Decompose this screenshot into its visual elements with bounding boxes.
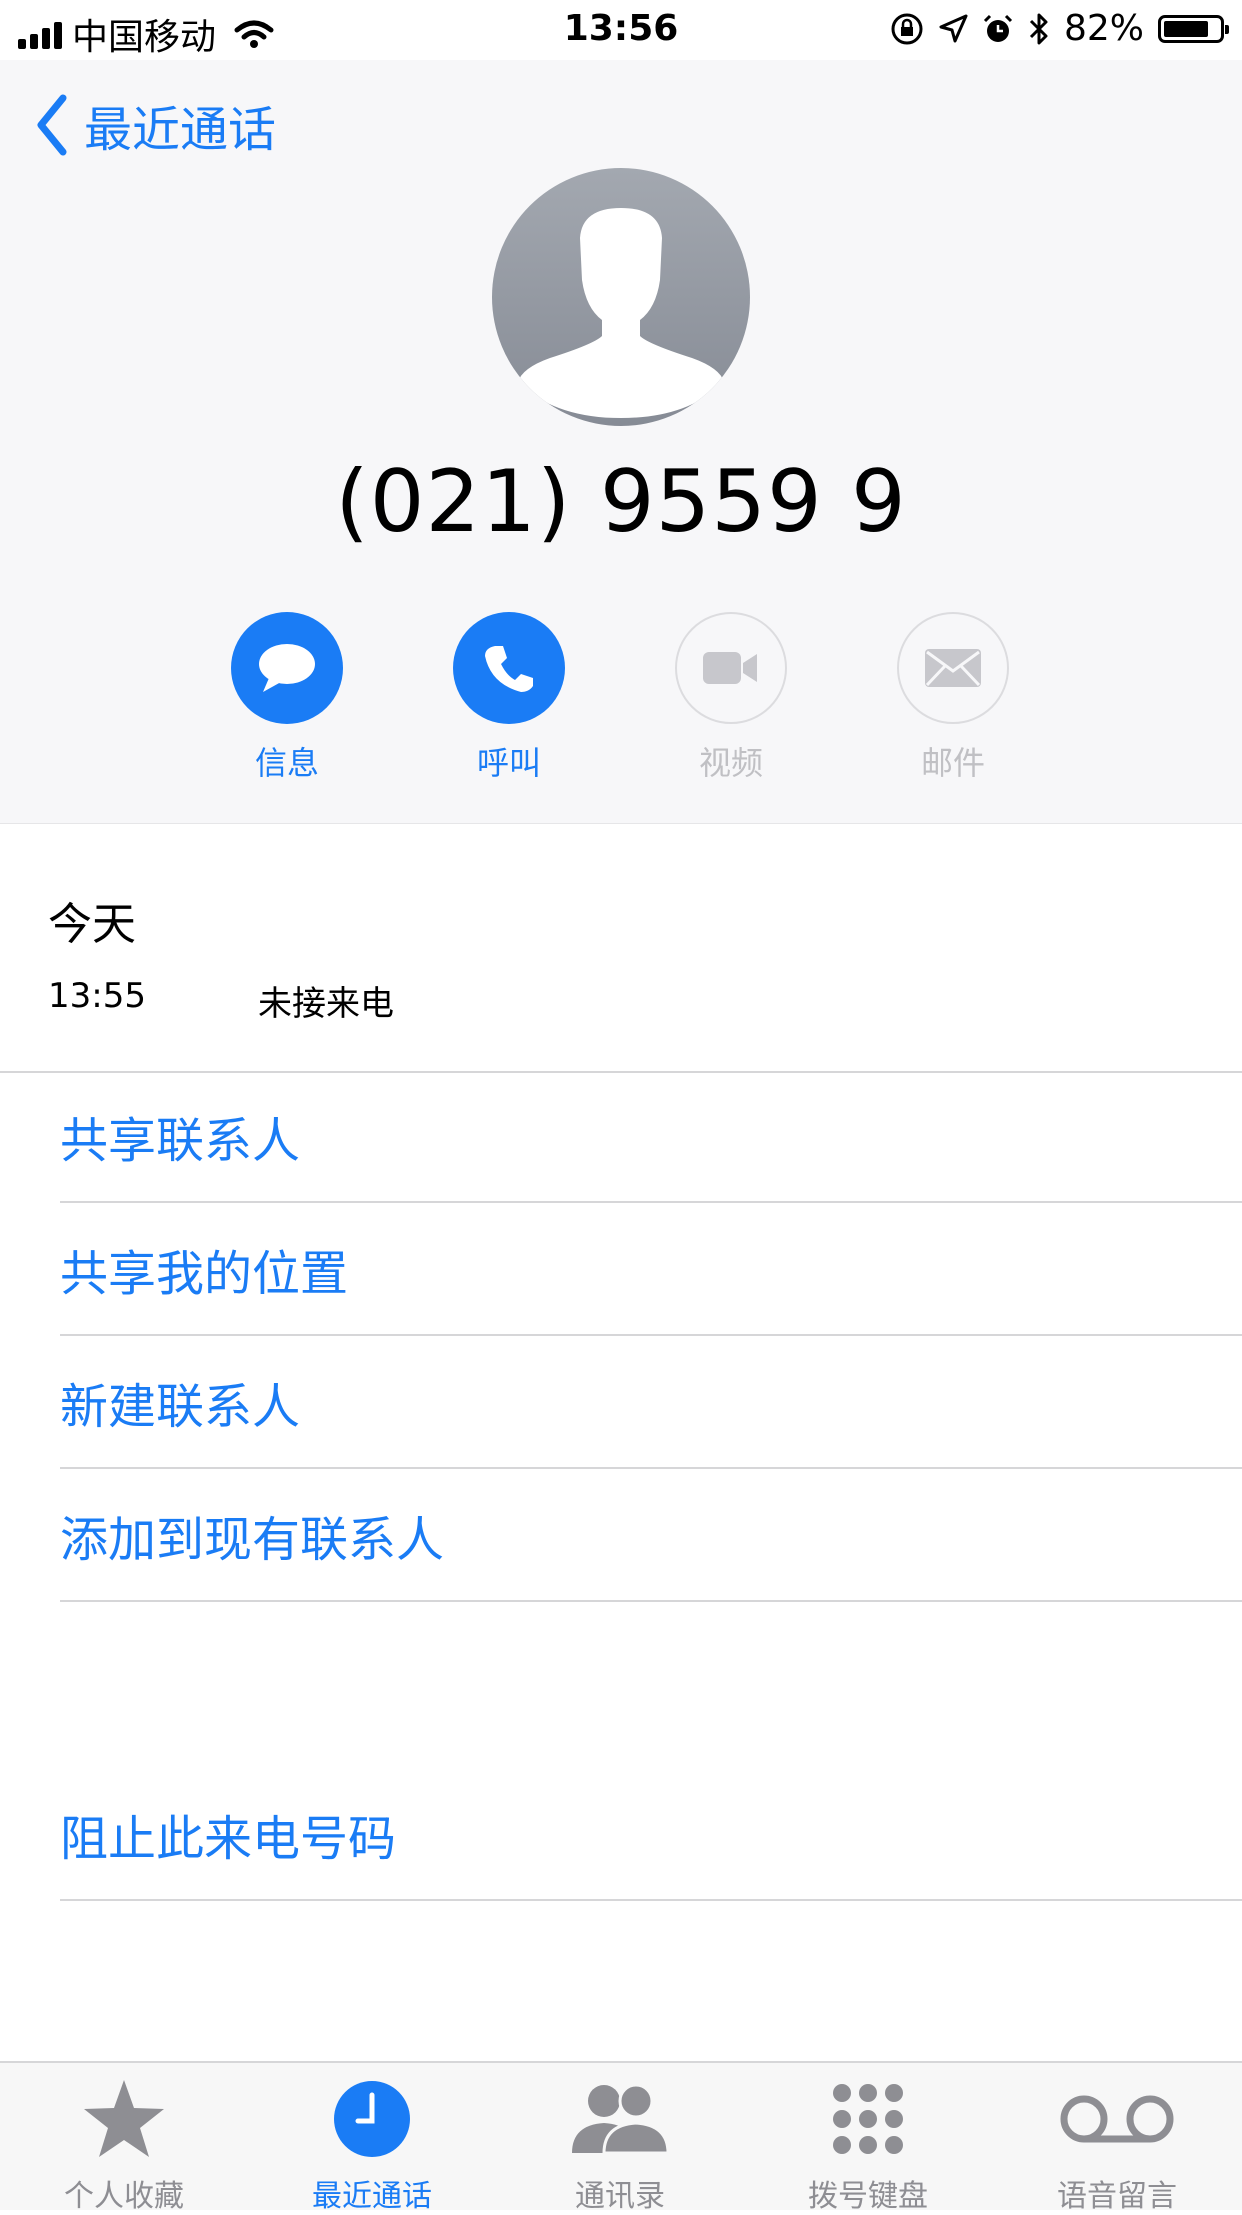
tab-bar: 个人收藏 最近通话 通讯录 拨号键盘 语音留言 bbox=[0, 2061, 1242, 2214]
message-icon bbox=[259, 644, 315, 692]
keypad-icon bbox=[833, 2084, 903, 2154]
video-action[interactable]: 视频 bbox=[651, 612, 811, 784]
recent-time: 13:55 bbox=[48, 976, 146, 1016]
alarm-icon bbox=[983, 14, 1013, 42]
call-action[interactable]: 呼叫 bbox=[429, 612, 589, 784]
rotation-lock-icon bbox=[891, 13, 923, 44]
tab-recents[interactable]: 最近通话 bbox=[248, 2063, 496, 2214]
recent-day: 今天 bbox=[48, 899, 136, 950]
share-contact-item[interactable]: 共享联系人 bbox=[60, 1071, 1242, 1203]
tab-label: 语音留言 bbox=[1057, 2179, 1177, 2214]
tab-keypad[interactable]: 拨号键盘 bbox=[744, 2063, 992, 2214]
tab-label: 拨号键盘 bbox=[808, 2179, 928, 2214]
back-label: 最近通话 bbox=[84, 102, 277, 158]
tab-label: 个人收藏 bbox=[64, 2179, 184, 2214]
mail-label: 邮件 bbox=[920, 744, 985, 782]
tab-label: 通讯录 bbox=[575, 2179, 665, 2214]
call-label: 呼叫 bbox=[476, 744, 541, 782]
contact-number: (021) 9559 9 bbox=[335, 452, 907, 552]
recent-type: 未接来电 bbox=[258, 984, 394, 1024]
video-button[interactable] bbox=[675, 612, 787, 724]
status-right: 82% bbox=[890, 8, 1229, 49]
bluetooth-icon bbox=[1029, 13, 1048, 44]
location-icon bbox=[939, 14, 968, 42]
tab-label: 最近通话 bbox=[312, 2179, 432, 2214]
back-button[interactable]: 最近通话 bbox=[36, 90, 276, 160]
video-icon bbox=[703, 652, 757, 684]
tab-contacts[interactable]: 通讯录 bbox=[496, 2063, 744, 2214]
mail-button[interactable] bbox=[897, 612, 1009, 724]
phone-icon bbox=[485, 646, 533, 692]
tab-voicemail[interactable]: 语音留言 bbox=[992, 2063, 1242, 2214]
status-bar: 中国移动 13:56 82% bbox=[0, 0, 1242, 60]
person-silhouette-icon bbox=[518, 208, 724, 418]
message-button[interactable] bbox=[231, 612, 343, 724]
mail-action[interactable]: 邮件 bbox=[873, 612, 1033, 784]
tab-favorites[interactable]: 个人收藏 bbox=[0, 2063, 248, 2214]
contacts-icon bbox=[572, 2083, 670, 2155]
battery-icon bbox=[1158, 14, 1229, 43]
battery-percent: 82% bbox=[1063, 8, 1144, 49]
new-contact-item[interactable]: 新建联系人 bbox=[60, 1337, 1242, 1469]
contact-header: 最近通话 (021) 9559 9 信息 呼叫 视频 邮件 bbox=[0, 60, 1242, 823]
clock-icon bbox=[334, 2081, 410, 2157]
star-icon bbox=[84, 2080, 164, 2157]
video-label: 视频 bbox=[698, 744, 763, 782]
share-location-item[interactable]: 共享我的位置 bbox=[60, 1204, 1242, 1336]
mail-icon bbox=[925, 649, 981, 687]
message-action[interactable]: 信息 bbox=[207, 612, 367, 784]
add-existing-contact-item[interactable]: 添加到现有联系人 bbox=[60, 1470, 1242, 1602]
call-button[interactable] bbox=[453, 612, 565, 724]
recent-calls: 今天 13:55 未接来电 bbox=[0, 823, 1242, 1073]
chevron-left-icon bbox=[37, 94, 67, 156]
battery-fill bbox=[1164, 20, 1209, 37]
voicemail-icon bbox=[1060, 2095, 1174, 2143]
message-label: 信息 bbox=[254, 744, 319, 782]
block-number-item[interactable]: 阻止此来电号码 bbox=[60, 1769, 1242, 1901]
avatar bbox=[492, 168, 750, 426]
